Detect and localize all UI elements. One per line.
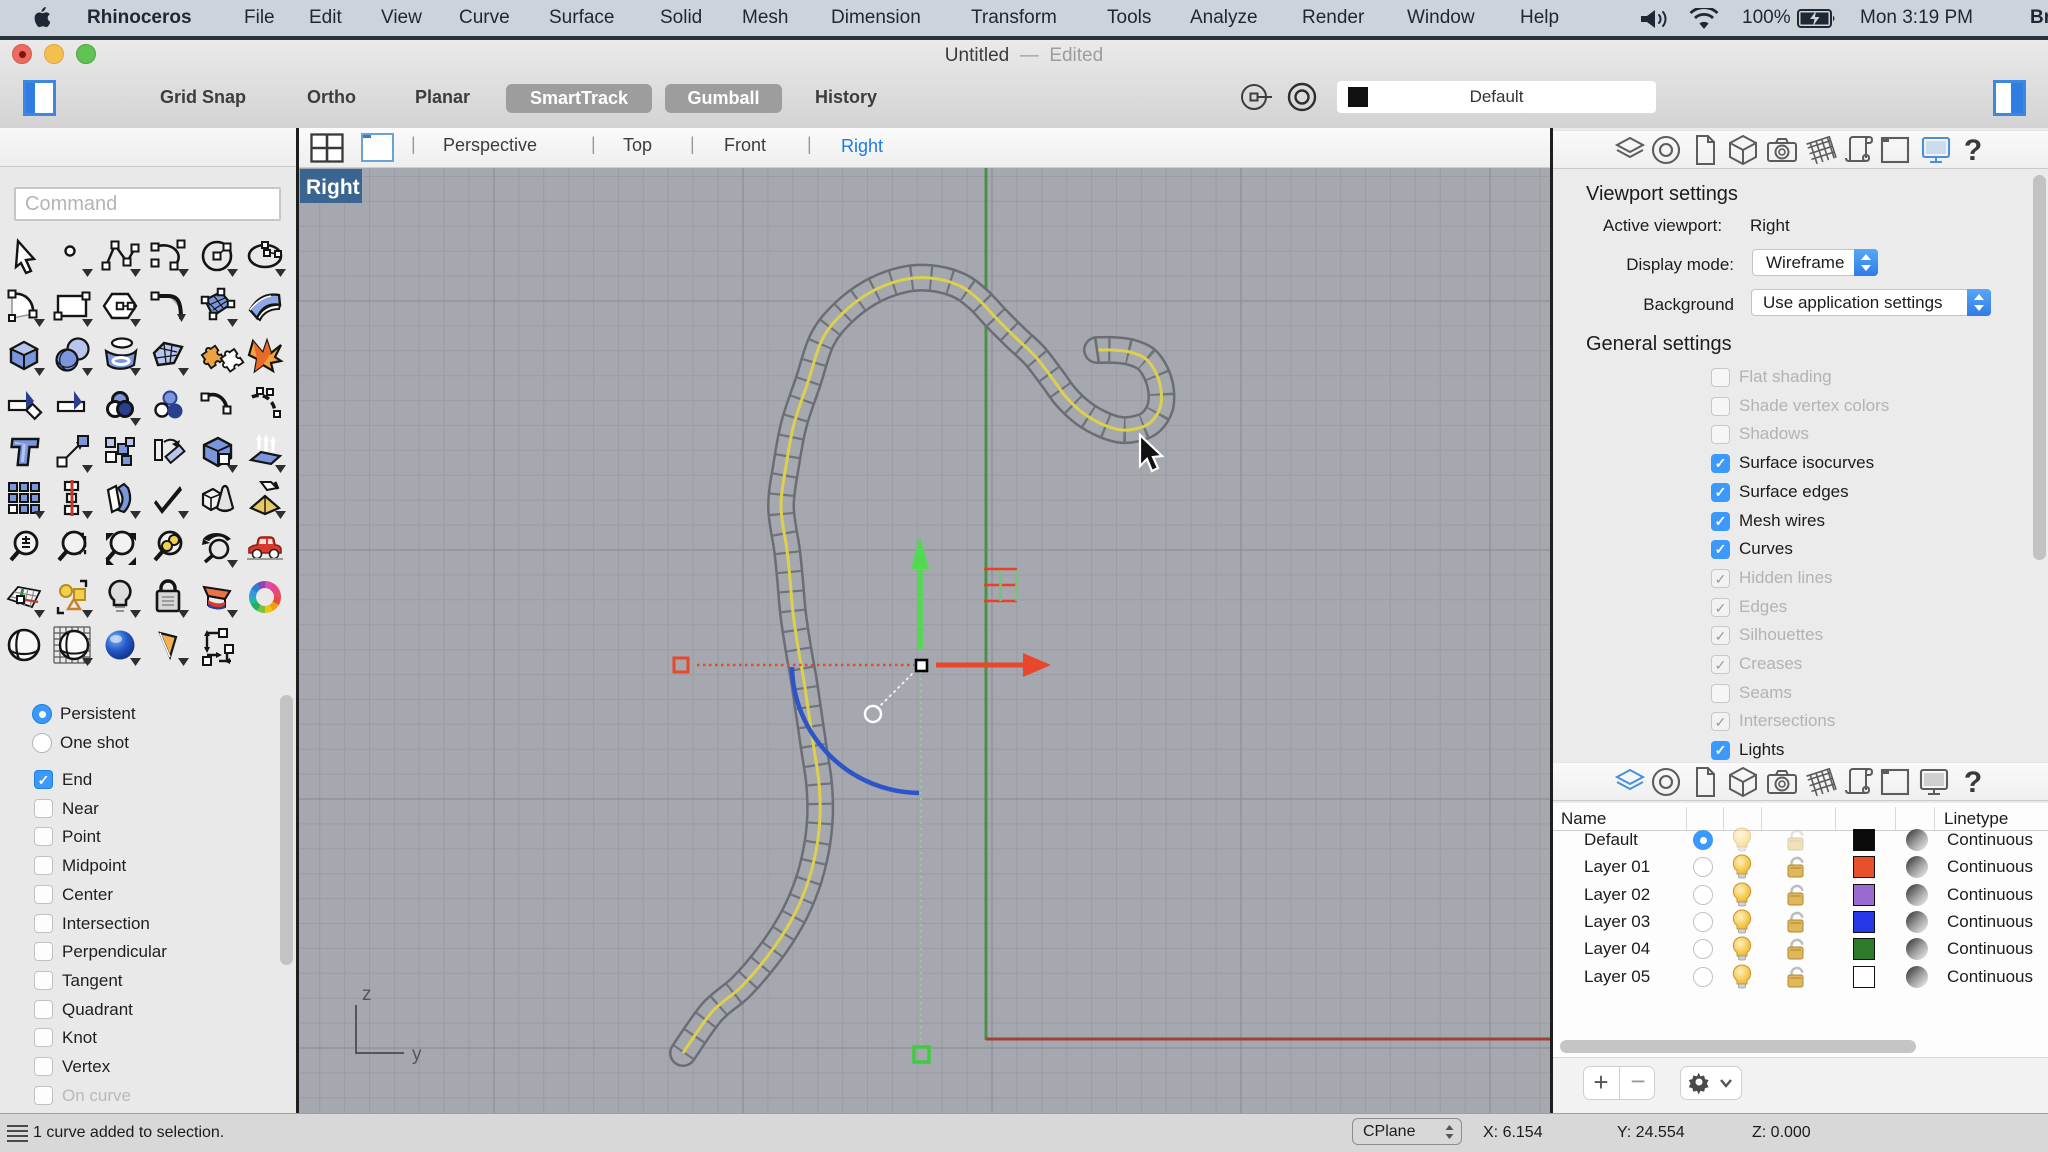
svg-text:Right: Right xyxy=(306,176,360,199)
svg-text:y: y xyxy=(412,1044,422,1065)
svg-text:?: ? xyxy=(1964,134,1982,166)
svg-text:z: z xyxy=(362,984,372,1005)
svg-text:?: ? xyxy=(1964,766,1982,798)
